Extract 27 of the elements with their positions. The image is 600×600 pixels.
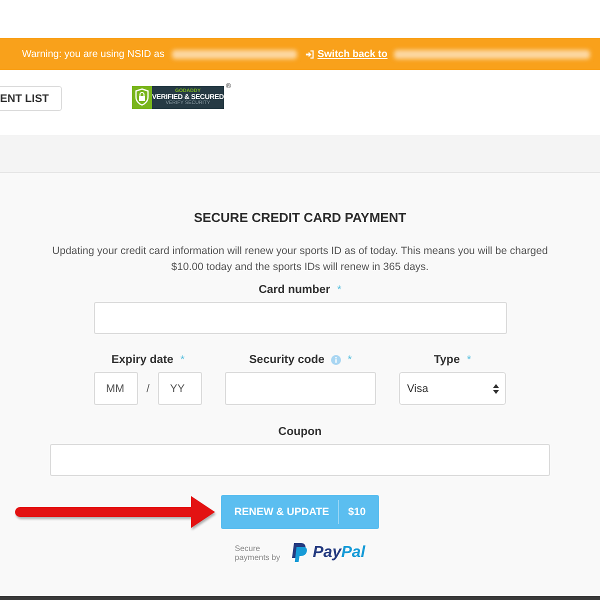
form-description: Updating your credit card information will renew your sports ID as of today. This means you will be charged $10.00 today and the sports IDs will renew in 365 days. — [51, 244, 549, 275]
month-field[interactable]: MM — [94, 372, 138, 405]
field-label: Expiry date — [111, 354, 174, 366]
info-icon[interactable] — [330, 354, 341, 364]
field-label: Type — [434, 354, 460, 366]
input-field[interactable] — [50, 444, 550, 476]
shield-lock-icon — [132, 86, 152, 109]
paypal-p-icon — [290, 543, 307, 562]
warning-text: Warning: you are using NSID as — [22, 48, 164, 60]
input-field[interactable] — [94, 302, 506, 334]
type-dropdown[interactable]: Visa — [399, 372, 506, 405]
secure-payments-text: Secure payments by — [234, 544, 282, 562]
field-label: Coupon — [278, 426, 322, 438]
required-asterisk: * — [466, 354, 472, 366]
updown-caret-icon — [493, 384, 499, 394]
field-label: Security code — [249, 354, 325, 366]
required-asterisk: * — [337, 284, 342, 296]
date-separator: / — [145, 382, 151, 394]
form-title: SECURE CREDIT CARD PAYMENT — [194, 209, 406, 227]
required-asterisk: * — [180, 354, 185, 366]
input-field[interactable] — [225, 372, 376, 405]
paypal-wordmark: PayPal — [312, 544, 366, 562]
required-asterisk: * — [348, 354, 352, 366]
nav-button[interactable]: ENT LIST — [0, 86, 62, 111]
login-icon — [305, 50, 314, 58]
field-label: Card number — [258, 284, 330, 296]
year-field[interactable]: YY — [158, 372, 202, 405]
